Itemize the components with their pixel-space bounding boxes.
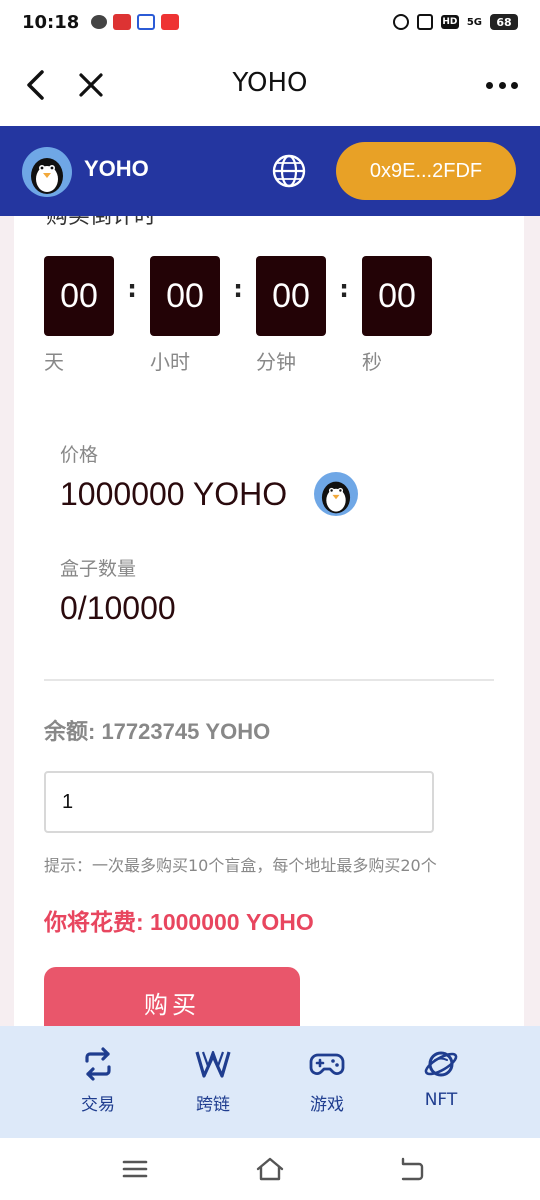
countdown-seconds-label: 秒 — [362, 350, 382, 374]
title-bar: YOHO — [0, 44, 540, 126]
planet-icon — [424, 1051, 458, 1077]
nav-item-nft[interactable]: NFT — [396, 1046, 486, 1116]
gamepad-icon — [309, 1053, 345, 1075]
signal-icon: 5G — [466, 16, 482, 28]
app-header: YOHO 0x9E...2FDF — [0, 126, 540, 216]
yoho-token-icon — [314, 472, 358, 516]
countdown-minutes: 00 — [256, 256, 326, 336]
system-nav-bar — [0, 1138, 540, 1200]
nav-item-trade[interactable]: 交易 — [53, 1046, 143, 1116]
buy-button[interactable]: 购买 — [44, 967, 300, 1026]
price-label: 价格 — [60, 444, 99, 466]
cost-text: 你将花费: 1000000 YOHO — [44, 909, 314, 935]
countdown-separator: : — [233, 275, 243, 303]
wallet-address-button[interactable]: 0x9E...2FDF — [336, 142, 516, 200]
nav-label-nft: NFT — [424, 1090, 458, 1110]
status-bar: 10:18 HD 5G 68 — [0, 0, 540, 44]
brand-name: YOHO — [84, 156, 149, 181]
countdown-days: 00 — [44, 256, 114, 336]
countdown-timer: 00 : 00 : 00 : 00 — [44, 256, 432, 336]
countdown-seconds: 00 — [362, 256, 432, 336]
nav-label-games: 游戏 — [310, 1095, 344, 1115]
nav-item-bridge[interactable]: 跨链 — [168, 1046, 258, 1116]
wechat-icon — [91, 15, 108, 29]
countdown-minutes-label: 分钟 — [256, 350, 296, 374]
countdown-separator: : — [339, 275, 349, 303]
nav-label-bridge: 跨链 — [196, 1095, 230, 1115]
purchase-hint: 提示：一次最多购买10个盲盒，每个地址最多购买20个 — [44, 856, 437, 875]
status-right: HD 5G 68 — [392, 14, 518, 30]
mute-icon — [416, 14, 433, 30]
hd-icon: HD — [440, 15, 459, 29]
home-icon[interactable] — [255, 1154, 285, 1184]
yoho-logo-icon — [22, 147, 72, 197]
box-count-value: 0/10000 — [60, 590, 176, 626]
swap-icon — [85, 1047, 111, 1081]
bottom-nav: 交易 跨链 游戏 NFT — [0, 1026, 540, 1138]
language-globe-icon[interactable] — [271, 153, 307, 189]
countdown-labels: 天 小时 分钟 秒 — [44, 346, 444, 376]
price-value: 1000000 YOHO — [60, 476, 288, 512]
nav-label-trade: 交易 — [81, 1095, 115, 1115]
battery-icon: 68 — [490, 14, 518, 30]
blindbox-card: 购买倒计时 00 : 00 : 00 : 00 天 小时 分钟 秒 价格 100… — [14, 216, 524, 1026]
app-notification-icon — [113, 14, 132, 30]
countdown-hours-label: 小时 — [150, 350, 190, 374]
baidu-icon — [137, 14, 156, 30]
back-nav-icon[interactable] — [397, 1154, 427, 1184]
nav-item-games[interactable]: 游戏 — [282, 1046, 372, 1116]
countdown-days-label: 天 — [44, 350, 64, 374]
balance-text: 余额: 17723745 YOHO — [44, 719, 271, 744]
more-icon[interactable] — [486, 70, 518, 100]
menu-icon[interactable] — [120, 1154, 150, 1184]
bridge-icon — [195, 1050, 231, 1078]
divider — [44, 679, 494, 681]
page-title: YOHO — [232, 68, 308, 98]
quantity-input[interactable] — [44, 771, 434, 833]
status-time: 10:18 — [22, 11, 80, 33]
countdown-hours: 00 — [150, 256, 220, 336]
countdown-separator: : — [127, 275, 137, 303]
app-notification-icon-2 — [161, 14, 180, 30]
box-count-label: 盒子数量 — [60, 558, 137, 580]
alarm-icon — [392, 14, 409, 30]
notification-icons — [91, 14, 180, 30]
countdown-title: 购买倒计时 — [46, 216, 157, 229]
